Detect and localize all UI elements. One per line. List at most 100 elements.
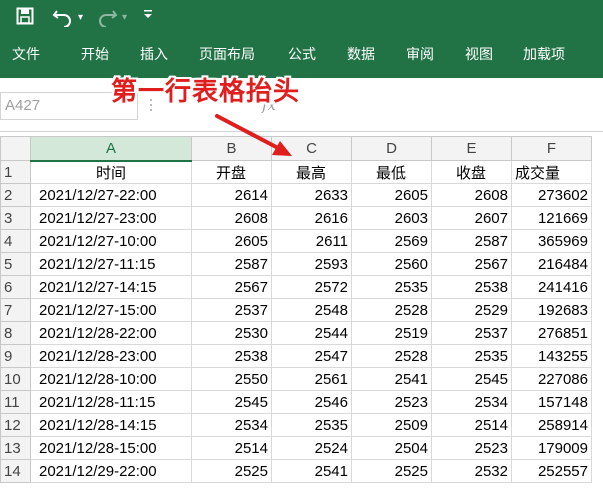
cell-open[interactable]: 2605: [191, 229, 272, 253]
cell-low[interactable]: 2560: [351, 252, 432, 276]
cell-high[interactable]: 2616: [271, 206, 352, 230]
cell-close[interactable]: 2514: [431, 413, 512, 437]
row-header-1[interactable]: 1: [0, 160, 31, 184]
cell-time[interactable]: 2021/12/27-10:00: [30, 229, 192, 253]
row-header[interactable]: 7: [0, 298, 31, 322]
row-header[interactable]: 11: [0, 390, 31, 414]
row-header[interactable]: 6: [0, 275, 31, 299]
cell-time[interactable]: 2021/12/28-15:00: [30, 436, 192, 460]
cell-open[interactable]: 2514: [191, 436, 272, 460]
column-header-c[interactable]: C: [271, 136, 352, 161]
cell-close[interactable]: 2532: [431, 459, 512, 483]
cell-close[interactable]: 2587: [431, 229, 512, 253]
cell-time[interactable]: 2021/12/28-11:15: [30, 390, 192, 414]
cell-low[interactable]: 2523: [351, 390, 432, 414]
header-cell-high[interactable]: 最高: [271, 160, 352, 184]
select-all-corner[interactable]: [0, 136, 31, 161]
cell-open[interactable]: 2525: [191, 459, 272, 483]
cell-low[interactable]: 2504: [351, 436, 432, 460]
cell-high[interactable]: 2593: [271, 252, 352, 276]
undo-icon[interactable]: [52, 7, 74, 29]
tab-data[interactable]: 数据: [347, 38, 375, 78]
cell-high[interactable]: 2572: [271, 275, 352, 299]
cell-open[interactable]: 2587: [191, 252, 272, 276]
cell-open[interactable]: 2545: [191, 390, 272, 414]
tab-home[interactable]: 开始: [81, 38, 109, 78]
cell-high[interactable]: 2535: [271, 413, 352, 437]
cell-close[interactable]: 2537: [431, 321, 512, 345]
cell-open[interactable]: 2538: [191, 344, 272, 368]
cell-high[interactable]: 2544: [271, 321, 352, 345]
column-header-e[interactable]: E: [431, 136, 512, 161]
cell-time[interactable]: 2021/12/27-14:15: [30, 275, 192, 299]
cell-volume[interactable]: 365969: [511, 229, 592, 253]
row-header[interactable]: 2: [0, 183, 31, 207]
cell-low[interactable]: 2525: [351, 459, 432, 483]
redo-dropdown-icon[interactable]: ▾: [122, 7, 127, 29]
cell-high[interactable]: 2548: [271, 298, 352, 322]
cell-high[interactable]: 2633: [271, 183, 352, 207]
cell-volume[interactable]: 179009: [511, 436, 592, 460]
cell-low[interactable]: 2509: [351, 413, 432, 437]
cell-high[interactable]: 2524: [271, 436, 352, 460]
cell-volume[interactable]: 216484: [511, 252, 592, 276]
row-header[interactable]: 9: [0, 344, 31, 368]
row-header[interactable]: 13: [0, 436, 31, 460]
cell-open[interactable]: 2608: [191, 206, 272, 230]
cell-close[interactable]: 2535: [431, 344, 512, 368]
tab-view[interactable]: 视图: [465, 38, 493, 78]
cell-close[interactable]: 2608: [431, 183, 512, 207]
cell-time[interactable]: 2021/12/28-23:00: [30, 344, 192, 368]
row-header[interactable]: 8: [0, 321, 31, 345]
row-header[interactable]: 5: [0, 252, 31, 276]
cell-open[interactable]: 2567: [191, 275, 272, 299]
cell-low[interactable]: 2528: [351, 298, 432, 322]
cell-open[interactable]: 2530: [191, 321, 272, 345]
column-header-a[interactable]: A: [30, 136, 192, 162]
cell-close[interactable]: 2538: [431, 275, 512, 299]
cell-volume[interactable]: 252557: [511, 459, 592, 483]
cell-open[interactable]: 2534: [191, 413, 272, 437]
cell-low[interactable]: 2519: [351, 321, 432, 345]
cell-time[interactable]: 2021/12/27-23:00: [30, 206, 192, 230]
cell-high[interactable]: 2541: [271, 459, 352, 483]
column-header-f[interactable]: F: [511, 136, 592, 161]
cell-volume[interactable]: 241416: [511, 275, 592, 299]
row-header[interactable]: 12: [0, 413, 31, 437]
cell-close[interactable]: 2523: [431, 436, 512, 460]
cell-low[interactable]: 2528: [351, 344, 432, 368]
row-header[interactable]: 10: [0, 367, 31, 391]
cell-open[interactable]: 2550: [191, 367, 272, 391]
row-header[interactable]: 14: [0, 459, 31, 483]
undo-dropdown-icon[interactable]: ▾: [78, 7, 83, 29]
cell-low[interactable]: 2535: [351, 275, 432, 299]
tab-review[interactable]: 审阅: [406, 38, 434, 78]
cell-volume[interactable]: 157148: [511, 390, 592, 414]
tab-addins[interactable]: 加载项: [523, 38, 565, 78]
cell-high[interactable]: 2547: [271, 344, 352, 368]
cell-low[interactable]: 2603: [351, 206, 432, 230]
cell-close[interactable]: 2607: [431, 206, 512, 230]
save-icon[interactable]: [16, 7, 34, 29]
cell-volume[interactable]: 192683: [511, 298, 592, 322]
column-header-b[interactable]: B: [191, 136, 272, 161]
cell-volume[interactable]: 258914: [511, 413, 592, 437]
row-header[interactable]: 3: [0, 206, 31, 230]
header-cell-time[interactable]: 时间: [30, 160, 192, 184]
cell-time[interactable]: 2021/12/29-22:00: [30, 459, 192, 483]
redo-icon[interactable]: [96, 7, 118, 29]
header-cell-low[interactable]: 最低: [351, 160, 432, 184]
cell-close[interactable]: 2534: [431, 390, 512, 414]
cell-volume[interactable]: 121669: [511, 206, 592, 230]
cell-time[interactable]: 2021/12/27-15:00: [30, 298, 192, 322]
cell-time[interactable]: 2021/12/28-14:15: [30, 413, 192, 437]
cell-time[interactable]: 2021/12/28-22:00: [30, 321, 192, 345]
cell-volume[interactable]: 143255: [511, 344, 592, 368]
row-header[interactable]: 4: [0, 229, 31, 253]
cell-time[interactable]: 2021/12/27-11:15: [30, 252, 192, 276]
cell-time[interactable]: 2021/12/28-10:00: [30, 367, 192, 391]
cell-low[interactable]: 2569: [351, 229, 432, 253]
cell-high[interactable]: 2611: [271, 229, 352, 253]
customize-icon[interactable]: [143, 7, 153, 29]
column-header-d[interactable]: D: [351, 136, 432, 161]
